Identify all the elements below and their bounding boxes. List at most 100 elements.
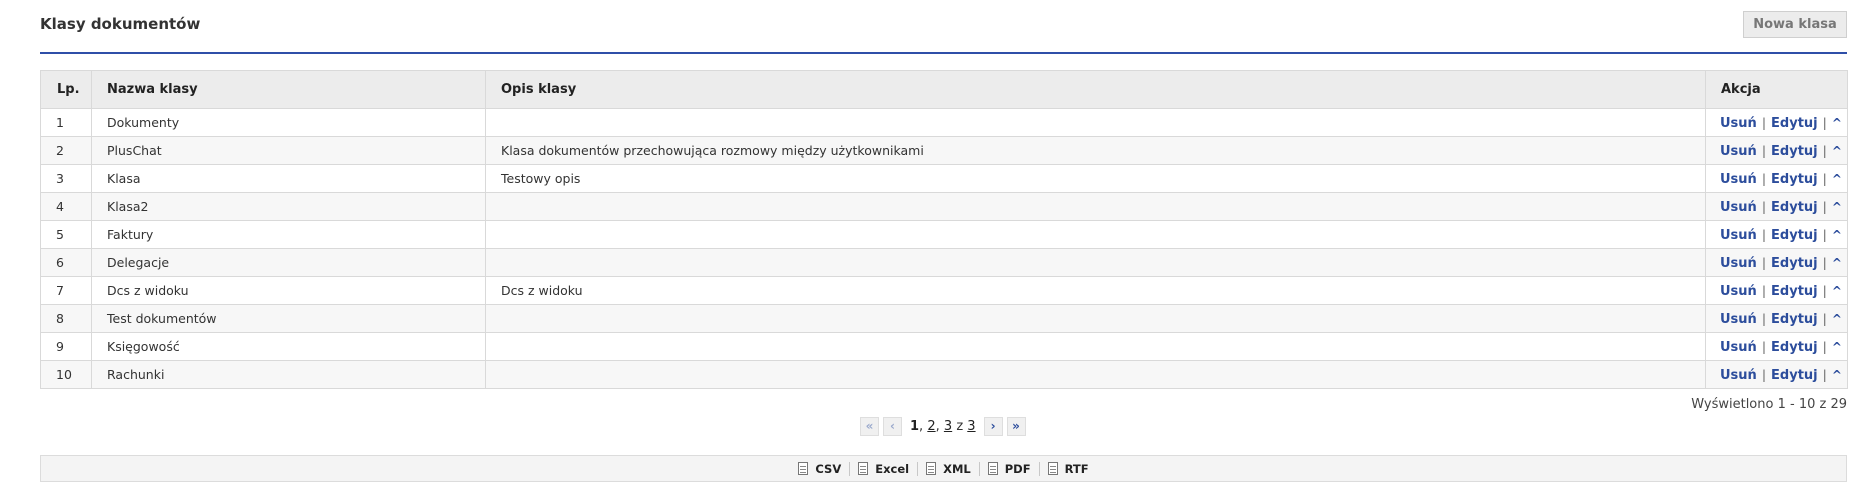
cell-actions: Usuń | Edytuj | ^	[1705, 276, 1848, 305]
move-up-icon[interactable]: ^	[1832, 116, 1842, 130]
edit-link[interactable]: Edytuj	[1771, 340, 1818, 355]
export-xml-button[interactable]: XML	[917, 461, 979, 476]
page-title: Klasy dokumentów	[40, 15, 201, 33]
cell-lp: 9	[40, 332, 92, 361]
action-separator: |	[1822, 226, 1827, 242]
last-page-icon[interactable]: »	[1006, 416, 1026, 436]
delete-link[interactable]: Usuń	[1720, 116, 1757, 131]
edit-link[interactable]: Edytuj	[1771, 228, 1818, 243]
delete-link[interactable]: Usuń	[1720, 284, 1757, 299]
move-up-icon[interactable]: ^	[1832, 228, 1842, 242]
action-separator: |	[1761, 282, 1767, 298]
cell-actions: Usuń | Edytuj | ^	[1705, 248, 1848, 277]
cell-class-name: Delegacje	[91, 248, 486, 277]
delete-link[interactable]: Usuń	[1720, 256, 1757, 271]
column-header-description[interactable]: Opis klasy	[485, 70, 1706, 109]
table-row: 5 Faktury Usuń | Edytuj | ^	[40, 220, 1848, 249]
delete-link[interactable]: Usuń	[1720, 172, 1757, 187]
action-separator: |	[1822, 142, 1827, 158]
cell-lp: 4	[40, 192, 92, 221]
delete-link[interactable]: Usuń	[1720, 228, 1757, 243]
edit-link[interactable]: Edytuj	[1771, 284, 1818, 299]
action-separator: |	[1822, 282, 1827, 298]
cell-actions: Usuń | Edytuj | ^	[1705, 136, 1848, 165]
cell-actions: Usuń | Edytuj | ^	[1705, 192, 1848, 221]
column-header-lp[interactable]: Lp.	[40, 70, 92, 109]
export-label: CSV	[815, 461, 842, 476]
cell-actions: Usuń | Edytuj | ^	[1705, 164, 1848, 193]
cell-class-description	[485, 332, 1706, 361]
edit-link[interactable]: Edytuj	[1771, 256, 1818, 271]
table-row: 1 Dokumenty Usuń | Edytuj | ^	[40, 108, 1848, 137]
delete-link[interactable]: Usuń	[1720, 368, 1757, 383]
cell-class-description: Dcs z widoku	[485, 276, 1706, 305]
delete-link[interactable]: Usuń	[1720, 144, 1757, 159]
page-link-3[interactable]: 3	[944, 419, 952, 434]
table-body: 1 Dokumenty Usuń | Edytuj | ^ 2 PlusChat Klasa do…	[40, 108, 1848, 389]
first-page-icon[interactable]: «	[860, 416, 879, 436]
table-row: 3 Klasa Testowy opis Usuń | Edytuj | ^	[40, 164, 1848, 193]
action-separator: |	[1822, 198, 1827, 214]
edit-link[interactable]: Edytuj	[1771, 368, 1818, 383]
action-separator: |	[1761, 366, 1767, 382]
new-class-button[interactable]: Nowa klasa	[1743, 11, 1847, 38]
move-up-icon[interactable]: ^	[1832, 368, 1842, 382]
action-separator: |	[1822, 338, 1827, 354]
export-label: Excel	[875, 461, 910, 476]
cell-actions: Usuń | Edytuj | ^	[1705, 304, 1848, 333]
move-up-icon[interactable]: ^	[1832, 200, 1842, 214]
move-up-icon[interactable]: ^	[1832, 144, 1842, 158]
cell-class-description: Klasa dokumentów przechowująca rozmowy m…	[485, 136, 1706, 165]
column-header-name[interactable]: Nazwa klasy	[91, 70, 486, 109]
prev-page-icon[interactable]: ‹	[883, 416, 902, 436]
cell-class-description: Testowy opis	[485, 164, 1706, 193]
page-comma: ,	[935, 418, 940, 434]
export-excel-button[interactable]: Excel	[849, 461, 917, 476]
action-separator: |	[1761, 114, 1767, 130]
export-label: RTF	[1064, 461, 1089, 476]
cell-class-name: Faktury	[91, 220, 486, 249]
cell-actions: Usuń | Edytuj | ^	[1705, 332, 1848, 361]
cell-class-description	[485, 220, 1706, 249]
edit-link[interactable]: Edytuj	[1771, 312, 1818, 327]
column-header-action: Akcja	[1705, 70, 1848, 109]
action-separator: |	[1822, 114, 1827, 130]
edit-link[interactable]: Edytuj	[1771, 200, 1818, 215]
export-rtf-button[interactable]: RTF	[1038, 461, 1097, 476]
move-up-icon[interactable]: ^	[1832, 312, 1842, 326]
table-row: 8 Test dokumentów Usuń | Edytuj | ^	[40, 304, 1848, 333]
delete-link[interactable]: Usuń	[1720, 312, 1757, 327]
page-total-link[interactable]: 3	[967, 419, 975, 434]
page-link-2[interactable]: 2	[927, 419, 935, 434]
action-separator: |	[1761, 142, 1767, 158]
cell-class-description	[485, 304, 1706, 333]
cell-class-name: Dcs z widoku	[91, 276, 486, 305]
action-separator: |	[1822, 310, 1827, 326]
action-separator: |	[1822, 366, 1827, 382]
delete-link[interactable]: Usuń	[1720, 200, 1757, 215]
move-up-icon[interactable]: ^	[1832, 172, 1842, 186]
next-page-icon[interactable]: ›	[983, 416, 1003, 436]
cell-lp: 5	[40, 220, 92, 249]
pdf-file-icon	[987, 462, 998, 475]
cell-class-description	[485, 248, 1706, 277]
export-pdf-button[interactable]: PDF	[978, 461, 1039, 476]
edit-link[interactable]: Edytuj	[1771, 144, 1818, 159]
records-summary: Wyświetlono 1 - 10 z 29	[1691, 397, 1847, 412]
export-label: XML	[943, 461, 971, 476]
move-up-icon[interactable]: ^	[1832, 340, 1842, 354]
cell-class-name: Klasa	[91, 164, 486, 193]
cell-class-name: Test dokumentów	[91, 304, 486, 333]
move-up-icon[interactable]: ^	[1832, 284, 1842, 298]
cell-actions: Usuń | Edytuj | ^	[1705, 108, 1848, 137]
page-comma: ,	[919, 418, 924, 434]
edit-link[interactable]: Edytuj	[1771, 172, 1818, 187]
edit-link[interactable]: Edytuj	[1771, 116, 1818, 131]
delete-link[interactable]: Usuń	[1720, 340, 1757, 355]
move-up-icon[interactable]: ^	[1832, 256, 1842, 270]
table-row: 2 PlusChat Klasa dokumentów przechowująca …	[40, 136, 1848, 165]
page-link-1[interactable]: 1	[910, 419, 919, 434]
title-divider	[40, 52, 1847, 54]
export-csv-button[interactable]: CSV	[790, 462, 849, 476]
page-of-label: z	[956, 418, 964, 434]
